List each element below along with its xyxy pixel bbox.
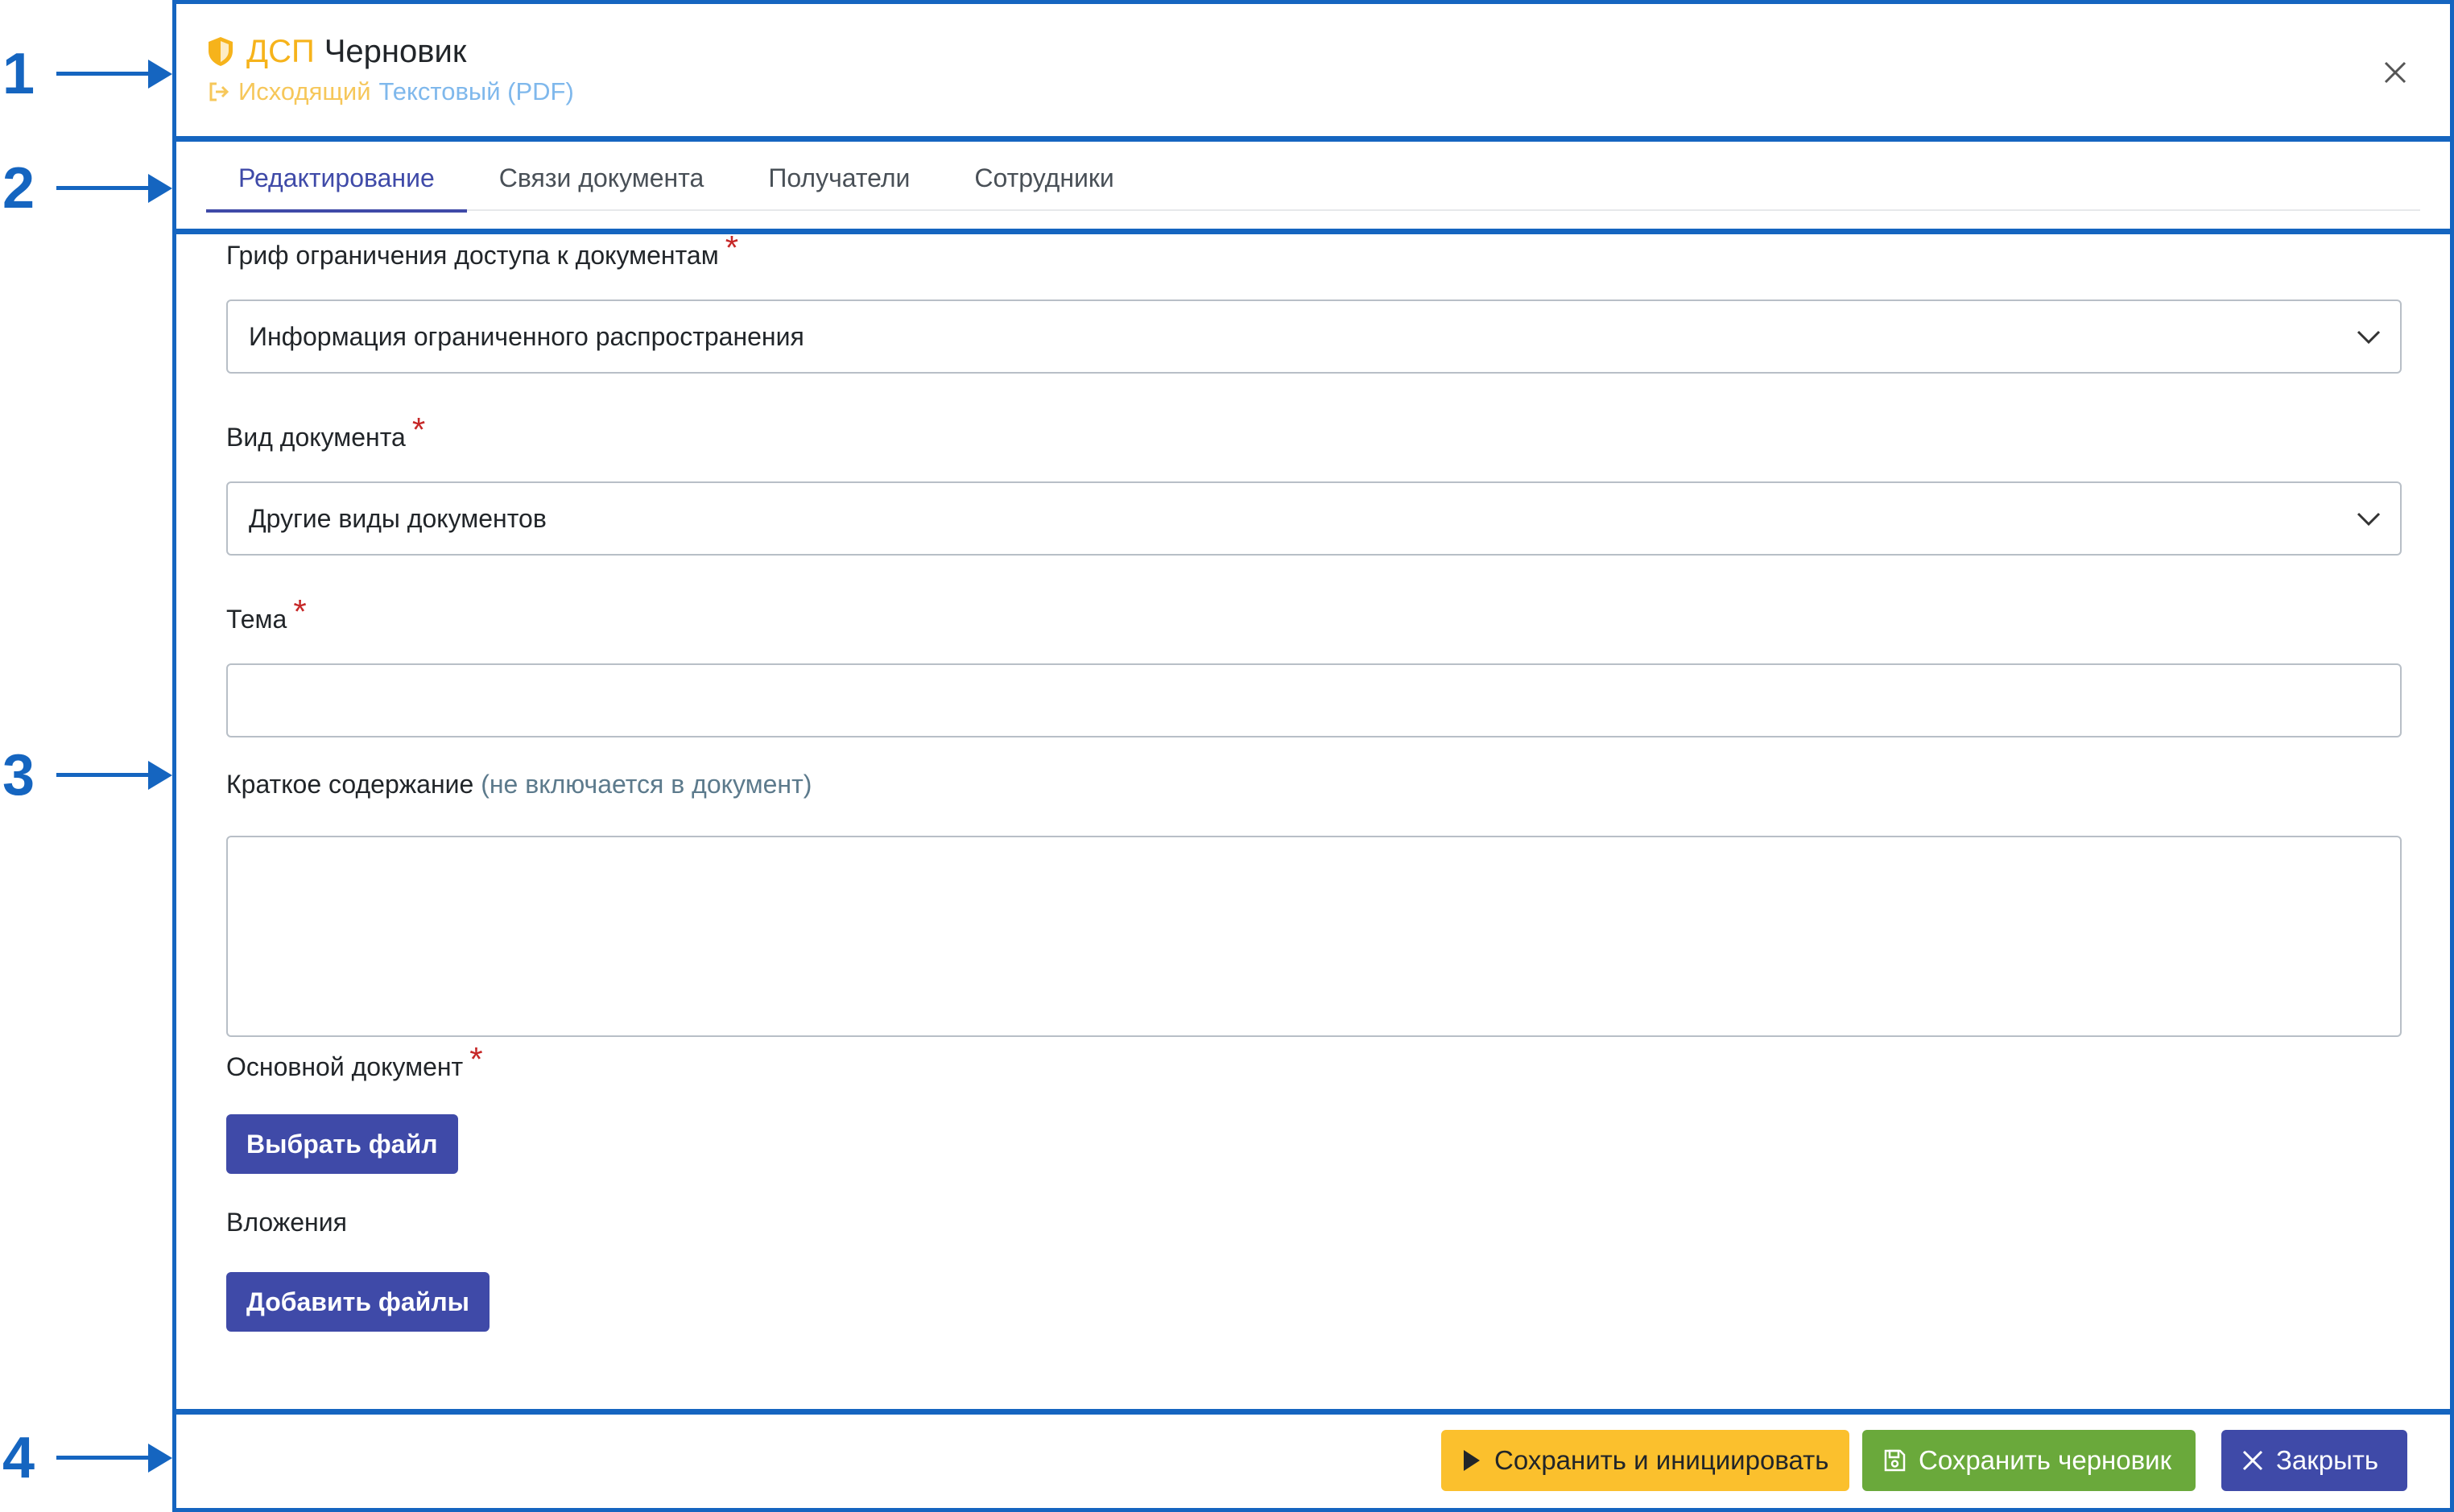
play-icon bbox=[1464, 1450, 1480, 1471]
chevron-down-icon bbox=[2357, 330, 2381, 345]
dialog-header: ДСП Черновик Исходящий Текстовый (PDF) bbox=[206, 29, 574, 106]
required-mark: * bbox=[725, 229, 739, 266]
document-type: Текстовый (PDF) bbox=[378, 77, 574, 105]
add-files-button[interactable]: Добавить файлы bbox=[226, 1272, 490, 1332]
dialog-title: ДСП Черновик bbox=[206, 29, 574, 74]
document-type-select[interactable]: Другие виды документов bbox=[226, 481, 2402, 556]
main-document-label: Основной документ * bbox=[226, 1040, 483, 1084]
dialog-subtitle: Исходящий Текстовый (PDF) bbox=[206, 77, 574, 106]
summary-label-text: Краткое содержание bbox=[226, 770, 474, 799]
main-document-label-text: Основной документ bbox=[226, 1052, 464, 1081]
document-direction: Исходящий bbox=[238, 77, 371, 105]
required-mark: * bbox=[469, 1040, 483, 1078]
callout-number: 4 bbox=[2, 1426, 35, 1490]
callout-1: 1 bbox=[0, 42, 177, 106]
attachments-label: Вложения bbox=[226, 1208, 347, 1237]
summary-hint: (не включается в документ) bbox=[481, 770, 812, 799]
close-button[interactable]: Закрыть bbox=[2221, 1430, 2407, 1491]
close-label: Закрыть bbox=[2276, 1445, 2379, 1475]
callout-number: 2 bbox=[2, 156, 35, 221]
tab-recipients[interactable]: Получатели bbox=[736, 153, 942, 209]
arrow-line bbox=[56, 1456, 151, 1460]
summary-textarea[interactable] bbox=[226, 836, 2402, 1037]
access-badge: ДСП bbox=[246, 34, 315, 69]
dialog-title-text: Черновик bbox=[324, 34, 467, 69]
close-icon bbox=[2242, 1450, 2263, 1471]
outgoing-icon bbox=[209, 82, 229, 101]
tab-employees[interactable]: Сотрудники bbox=[942, 153, 1146, 209]
subject-label: Тема * bbox=[226, 593, 307, 636]
save-draft-button[interactable]: Сохранить черновик bbox=[1862, 1430, 2196, 1491]
arrow-head-icon bbox=[148, 60, 172, 89]
subject-input[interactable] bbox=[226, 663, 2402, 737]
required-mark: * bbox=[293, 593, 307, 630]
arrow-line bbox=[56, 186, 151, 190]
summary-label: Краткое содержание (не включается в доку… bbox=[226, 770, 812, 799]
floppy-disk-icon bbox=[1884, 1449, 1906, 1472]
callout-2: 2 bbox=[0, 156, 177, 221]
access-level-label: Гриф ограничения доступа к документам * bbox=[226, 229, 738, 272]
save-and-initiate-button[interactable]: Сохранить и инициировать bbox=[1441, 1430, 1849, 1491]
callout-number: 1 bbox=[2, 42, 35, 106]
callout-number: 3 bbox=[2, 743, 35, 808]
arrow-head-icon bbox=[148, 174, 172, 203]
access-level-label-text: Гриф ограничения доступа к документам bbox=[226, 241, 719, 270]
document-type-label: Вид документа * bbox=[226, 411, 425, 454]
arrow-line bbox=[56, 72, 151, 76]
close-icon[interactable] bbox=[2379, 56, 2411, 89]
tab-editing[interactable]: Редактирование bbox=[206, 153, 467, 213]
arrow-head-icon bbox=[148, 1444, 172, 1473]
callout-3: 3 bbox=[0, 743, 177, 808]
tab-bar: Редактирование Связи документа Получател… bbox=[206, 153, 2420, 213]
document-type-label-text: Вид документа bbox=[226, 423, 406, 452]
callout-4: 4 bbox=[0, 1426, 177, 1490]
arrow-head-icon bbox=[148, 761, 172, 790]
region-form-frame bbox=[172, 229, 2454, 1415]
tab-document-links[interactable]: Связи документа bbox=[467, 153, 737, 209]
shield-icon bbox=[209, 37, 233, 66]
choose-file-button[interactable]: Выбрать файл bbox=[226, 1114, 458, 1174]
access-level-value: Информация ограниченного распространения bbox=[249, 322, 804, 351]
save-and-initiate-label: Сохранить и инициировать bbox=[1494, 1445, 1829, 1475]
document-type-value: Другие виды документов bbox=[249, 504, 547, 533]
access-level-select[interactable]: Информация ограниченного распространения bbox=[226, 300, 2402, 374]
chevron-down-icon bbox=[2357, 512, 2381, 527]
arrow-line bbox=[56, 773, 151, 777]
save-draft-label: Сохранить черновик bbox=[1919, 1445, 2172, 1475]
required-mark: * bbox=[411, 411, 426, 448]
subject-label-text: Тема bbox=[226, 605, 287, 634]
